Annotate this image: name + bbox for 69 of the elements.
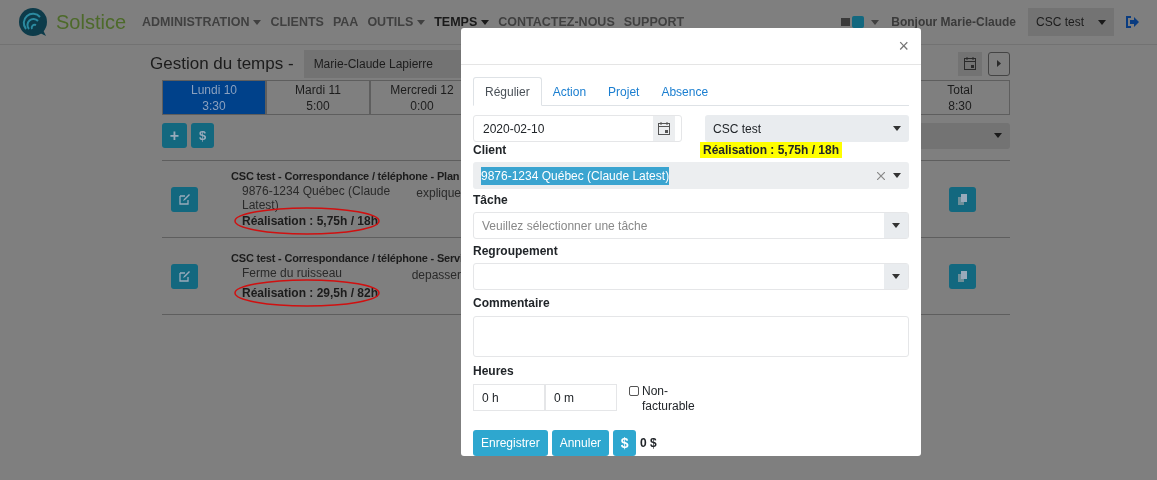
employee-select[interactable]: Marie-Claude Lapierre <box>303 49 464 78</box>
task-select[interactable]: Veuillez sélectionner une tâche <box>473 212 909 239</box>
modal-tab[interactable]: Projet <box>597 77 651 106</box>
next-icon <box>997 60 1001 67</box>
edit-button[interactable] <box>171 186 198 212</box>
field-label: Client <box>473 142 508 158</box>
cancel-button[interactable]: Annuler <box>551 430 610 456</box>
caret-icon <box>871 19 880 25</box>
caret-icon <box>893 173 901 178</box>
nav-link[interactable]: SUPPORT <box>623 12 685 32</box>
edit-button[interactable] <box>171 263 198 289</box>
modal-tab[interactable]: Action <box>541 77 598 106</box>
caret-icon <box>892 274 900 279</box>
nav-link[interactable]: PAA <box>332 12 359 32</box>
nav-link[interactable]: CONTACTEZ-NOUS <box>498 12 615 32</box>
edit-icon <box>179 270 190 282</box>
realisation-text: Réalisation : 5,75h / 18h <box>700 142 843 158</box>
client-select[interactable]: 9876-1234 Québec (Claude Latest) <box>473 162 909 189</box>
save-button[interactable]: Enregistrer <box>473 430 548 456</box>
minutes-field[interactable]: 0 m <box>545 384 617 411</box>
field-label: Regroupement <box>473 243 559 259</box>
day-tab[interactable]: Mardi 11 5:00 <box>266 80 370 115</box>
entry-realisation: Réalisation : 5,75h / 18h <box>241 213 380 231</box>
entry-comment: depasser <box>411 267 461 285</box>
entry-title: CSC test - Correspondance / téléphone - Plan <box>231 168 461 184</box>
entry-client: Ferme du ruisseau <box>242 266 344 283</box>
cost-button[interactable]: $ <box>191 123 214 148</box>
non-billable-checkbox[interactable]: Non-facturable <box>629 384 702 414</box>
edit-icon <box>179 193 190 205</box>
account-select[interactable]: CSC test <box>1028 8 1114 36</box>
copy-icon <box>957 193 968 205</box>
modal-tab[interactable]: Absence <box>650 77 720 106</box>
copy-button[interactable] <box>949 263 976 289</box>
add-button[interactable]: + <box>162 123 187 148</box>
caret-icon <box>1098 19 1106 25</box>
field-label: Tâche <box>473 192 509 208</box>
nav-link[interactable]: OUTILS <box>367 12 426 32</box>
copy-button[interactable] <box>949 186 976 212</box>
brand-name: Solstice <box>56 10 127 35</box>
page-title: Gestion du temps - <box>150 52 294 75</box>
amount-text: 0 $ <box>640 435 657 452</box>
field-label: Heures <box>473 363 515 379</box>
close-button[interactable]: × <box>898 32 909 60</box>
field-label: Commentaire <box>473 295 551 311</box>
copy-icon <box>957 270 968 282</box>
entry-comment: explique <box>416 185 461 203</box>
calendar-icon <box>964 57 976 70</box>
date-field[interactable]: 2020-02-10 <box>473 115 682 142</box>
company-select[interactable]: CSC test <box>705 115 909 142</box>
greeting: Bonjour Marie-Claude <box>891 14 1016 31</box>
caret-icon <box>994 133 1002 138</box>
modal-tab[interactable]: Régulier <box>473 77 542 106</box>
day-tab[interactable]: Lundi 10 3:30 <box>162 80 266 115</box>
caret-icon <box>893 126 901 131</box>
nav-link[interactable]: ADMINISTRATION <box>142 12 262 32</box>
entry-client: 9876-1234 Québec (Claude Latest) <box>242 184 391 213</box>
calendar-icon <box>658 122 670 135</box>
next-week-button[interactable] <box>988 51 1010 76</box>
mail-badge-icon[interactable] <box>841 16 866 28</box>
date-picker-button[interactable] <box>958 51 982 76</box>
logout-icon[interactable] <box>1126 16 1139 28</box>
entry-realisation: Réalisation : 29,5h / 82h <box>241 285 380 303</box>
cost-button[interactable]: $ <box>613 430 637 456</box>
nav-link[interactable]: TEMPS <box>434 12 490 32</box>
nav-link[interactable]: CLIENTS <box>270 12 324 32</box>
clear-icon[interactable] <box>877 171 885 180</box>
hours-field[interactable]: 0 h <box>473 384 545 411</box>
caret-icon <box>892 223 900 228</box>
logo-icon <box>18 7 48 37</box>
